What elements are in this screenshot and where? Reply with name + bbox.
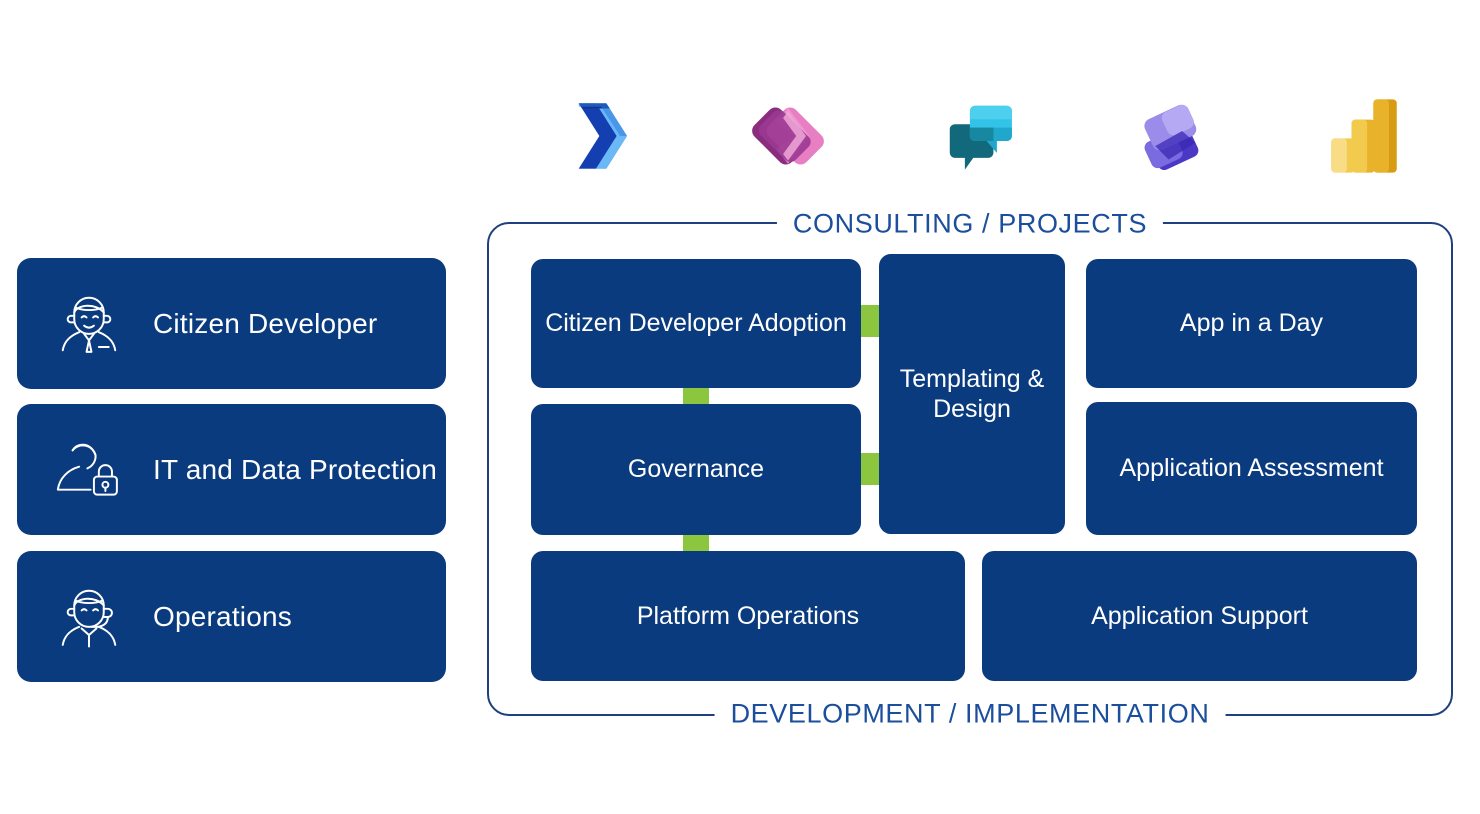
power-pages-logo	[1076, 88, 1268, 184]
power-bi-logo	[1268, 88, 1460, 184]
service-box-governance[interactable]: Governance	[531, 404, 861, 535]
role-card-operations[interactable]: Operations	[17, 551, 446, 682]
connector-adoption-templating	[861, 305, 881, 337]
service-box-app-in-a-day[interactable]: App in a Day	[1086, 259, 1417, 388]
service-box-application-support[interactable]: Application Support	[982, 551, 1417, 681]
role-card-it-and-data-protection[interactable]: IT and Data Protection	[17, 404, 446, 535]
frame-label-development-implementation: DEVELOPMENT / IMPLEMENTATION	[714, 698, 1226, 730]
role-label: Citizen Developer	[153, 307, 378, 339]
role-label: IT and Data Protection	[153, 453, 438, 485]
power-apps-logo	[692, 88, 884, 184]
product-logo-strip	[500, 88, 1460, 184]
person-headset-icon	[43, 571, 135, 663]
role-card-citizen-developer[interactable]: Citizen Developer	[17, 258, 446, 389]
service-box-platform-operations[interactable]: Platform Operations	[531, 551, 965, 681]
service-box-templating-and-design[interactable]: Templating & Design	[879, 254, 1065, 534]
connector-governance-templating	[861, 453, 881, 485]
role-label: Operations	[153, 600, 292, 632]
power-automate-logo	[500, 88, 692, 184]
frame-label-consulting-projects: CONSULTING / PROJECTS	[776, 208, 1164, 240]
power-virtual-agents-logo	[884, 88, 1076, 184]
person-lock-icon	[43, 424, 135, 516]
service-box-application-assessment[interactable]: Application Assessment	[1086, 402, 1417, 535]
person-tie-icon	[43, 278, 135, 370]
service-box-citizen-developer-adoption[interactable]: Citizen Developer Adoption	[531, 259, 861, 388]
